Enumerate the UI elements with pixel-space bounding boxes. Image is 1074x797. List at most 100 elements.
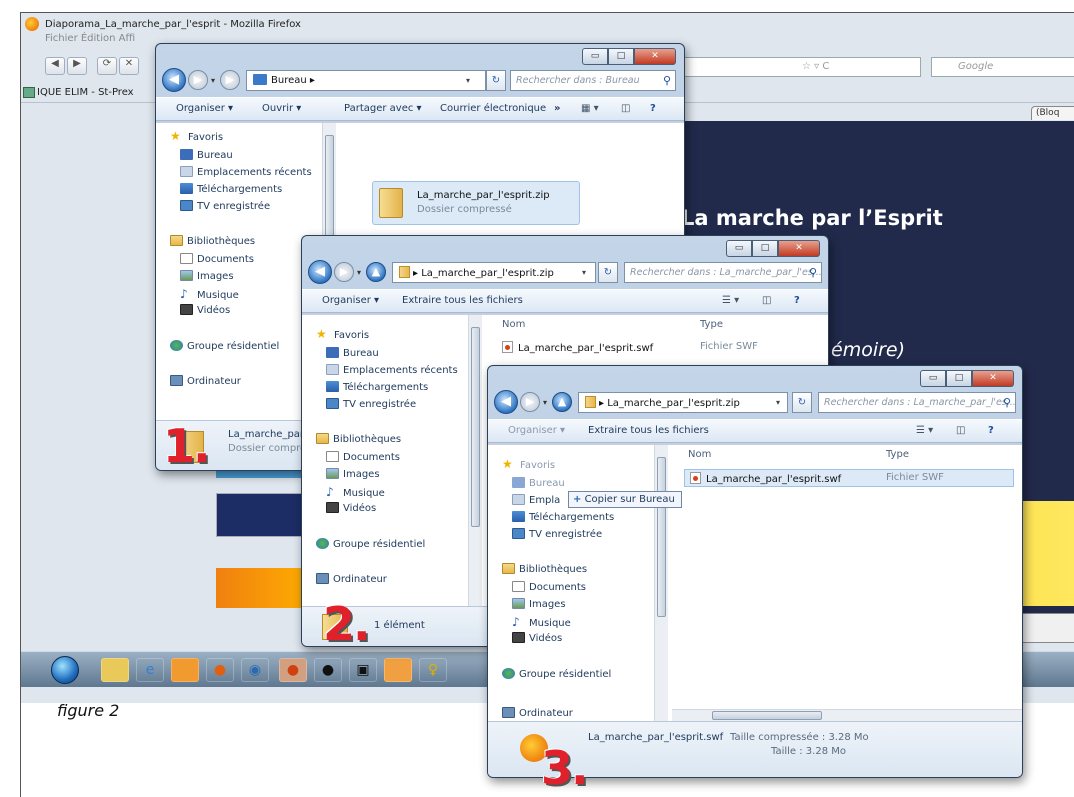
back-icon[interactable]: ◀ bbox=[308, 260, 332, 284]
nav-desktop[interactable]: Bureau bbox=[180, 149, 233, 161]
organize-button[interactable]: Organiser ▾ bbox=[176, 103, 233, 114]
nav-recorded-tv[interactable]: TV enregistrée bbox=[512, 528, 602, 540]
search-input[interactable]: Rechercher dans : Bureau ⚲ bbox=[510, 70, 676, 91]
folder-taskbar-icon[interactable] bbox=[384, 658, 412, 682]
preview-pane-icon[interactable]: ◫ bbox=[621, 103, 630, 114]
nav-downloads[interactable]: Téléchargements bbox=[180, 183, 282, 195]
nav-libraries[interactable]: Bibliothèques bbox=[170, 235, 255, 247]
extract-all-button[interactable]: Extraire tous les fichiers bbox=[588, 425, 709, 436]
preview-pane-icon[interactable]: ◫ bbox=[762, 295, 771, 306]
address-dropdown-icon[interactable]: ▾ bbox=[776, 398, 780, 407]
nav-music[interactable]: ♪ Musique bbox=[512, 615, 571, 629]
close-button[interactable]: ✕ bbox=[972, 370, 1014, 387]
extract-all-button[interactable]: Extraire tous les fichiers bbox=[402, 295, 523, 306]
nav-desktop[interactable]: Bureau bbox=[326, 347, 379, 359]
back-icon[interactable]: ◀ bbox=[494, 390, 518, 414]
nav-homegroup[interactable]: Groupe résidentiel bbox=[502, 668, 611, 680]
view-options-icon[interactable]: ☰ ▾ bbox=[916, 425, 933, 436]
media-icon[interactable] bbox=[171, 658, 199, 682]
start-button[interactable] bbox=[51, 656, 79, 684]
nav-documents[interactable]: Documents bbox=[512, 581, 586, 593]
nav-computer[interactable]: Ordinateur bbox=[316, 573, 387, 585]
nav-desktop[interactable]: Bureau bbox=[512, 477, 565, 489]
file-row-swf[interactable]: La_marche_par_l'esprit.swf bbox=[690, 472, 841, 485]
nav-recorded-tv[interactable]: TV enregistrée bbox=[326, 398, 416, 410]
nav-documents[interactable]: Documents bbox=[180, 253, 254, 265]
nav-images[interactable]: Images bbox=[180, 270, 234, 282]
up-icon[interactable]: ▶ bbox=[220, 70, 240, 90]
firefox-search-input[interactable]: Google bbox=[931, 57, 1074, 77]
nav-recent[interactable]: Empla bbox=[512, 494, 560, 506]
stop-icon[interactable]: ✕ bbox=[119, 57, 139, 75]
view-options-icon[interactable]: ☰ ▾ bbox=[722, 295, 739, 306]
up-icon[interactable]: ▲ bbox=[366, 262, 386, 282]
back-icon[interactable]: ◀ bbox=[162, 68, 186, 92]
refresh-icon[interactable]: ↻ bbox=[486, 70, 506, 91]
forward-icon[interactable]: ▶ bbox=[334, 262, 354, 282]
help-icon[interactable]: ? bbox=[794, 295, 800, 306]
bookmark-item[interactable]: IQUE ELIM - St-Prex bbox=[37, 87, 134, 98]
firefox-taskbar-icon[interactable]: ● bbox=[206, 658, 234, 682]
search-input[interactable]: Rechercher dans : La_marche_par_l'es... … bbox=[624, 262, 822, 283]
itunes-icon[interactable]: ● bbox=[314, 658, 342, 682]
help-icon[interactable]: ? bbox=[988, 425, 994, 436]
address-bar[interactable]: ▸ La_marche_par_l'esprit.zip bbox=[578, 392, 788, 413]
nav-homegroup[interactable]: Groupe résidentiel bbox=[316, 538, 425, 550]
refresh-icon[interactable]: ↻ bbox=[792, 392, 812, 413]
email-button[interactable]: Courrier électronique bbox=[440, 103, 546, 114]
minimize-button[interactable]: ▭ bbox=[726, 240, 752, 257]
nav-videos[interactable]: Vidéos bbox=[326, 502, 376, 514]
nav-videos[interactable]: Vidéos bbox=[512, 632, 562, 644]
camera-icon[interactable]: ▣ bbox=[349, 658, 377, 682]
forward-icon[interactable]: ▶ bbox=[520, 392, 540, 412]
bulb-icon[interactable]: ♀ bbox=[419, 658, 447, 682]
column-header-type[interactable]: Type bbox=[700, 319, 723, 330]
nav-recorded-tv[interactable]: TV enregistrée bbox=[180, 200, 270, 212]
back-icon[interactable]: ◀ bbox=[45, 57, 65, 75]
nav-images[interactable]: Images bbox=[512, 598, 566, 610]
nav-recent[interactable]: Emplacements récents bbox=[326, 364, 458, 376]
nav-scrollbar[interactable] bbox=[468, 315, 482, 606]
nav-documents[interactable]: Documents bbox=[326, 451, 400, 463]
open-button[interactable]: Ouvrir ▾ bbox=[262, 103, 301, 114]
close-button[interactable]: ✕ bbox=[778, 240, 820, 257]
address-bar[interactable]: ▸ La_marche_par_l'esprit.zip bbox=[392, 262, 596, 283]
address-bar[interactable]: Bureau ▸ bbox=[246, 70, 486, 91]
organize-button[interactable]: Organiser ▾ bbox=[322, 295, 379, 306]
horizontal-scrollbar[interactable] bbox=[672, 709, 1022, 721]
help-icon[interactable]: ? bbox=[650, 103, 656, 114]
history-dropdown-icon[interactable]: ▾ bbox=[543, 398, 547, 407]
app-icon[interactable]: ◉ bbox=[241, 658, 269, 682]
firefox-menubar[interactable]: Fichier Édition Affi bbox=[45, 33, 135, 44]
column-header-type[interactable]: Type bbox=[886, 449, 909, 460]
view-options-icon[interactable]: ▦ ▾ bbox=[581, 103, 599, 114]
up-icon[interactable]: ▲ bbox=[552, 392, 572, 412]
address-dropdown-icon[interactable]: ▾ bbox=[466, 76, 470, 85]
nav-downloads[interactable]: Téléchargements bbox=[512, 511, 614, 523]
nav-images[interactable]: Images bbox=[326, 468, 380, 480]
nav-videos[interactable]: Vidéos bbox=[180, 304, 230, 316]
reload-icon[interactable]: ⟳ bbox=[97, 57, 117, 75]
history-dropdown-icon[interactable]: ▾ bbox=[211, 76, 215, 85]
file-item-zip[interactable]: La_marche_par_l'esprit.zip Dossier compr… bbox=[372, 181, 580, 225]
maximize-button[interactable]: □ bbox=[946, 370, 972, 387]
column-header-name[interactable]: Nom bbox=[502, 319, 525, 330]
more-button[interactable]: » bbox=[554, 103, 560, 114]
nav-music[interactable]: ♪ Musique bbox=[180, 287, 239, 301]
url-bar[interactable]: ☆ ▿ C bbox=[681, 57, 921, 77]
h-scroll-thumb[interactable] bbox=[712, 711, 822, 720]
firefox-active-icon[interactable]: ● bbox=[279, 658, 307, 682]
forward-icon[interactable]: ▶ bbox=[188, 70, 208, 90]
firefox-tab[interactable]: (Bloq bbox=[1031, 106, 1074, 120]
minimize-button[interactable]: ▭ bbox=[582, 48, 608, 65]
scroll-thumb[interactable] bbox=[657, 457, 666, 617]
share-button[interactable]: Partager avec ▾ bbox=[344, 103, 422, 114]
scroll-thumb[interactable] bbox=[471, 327, 480, 527]
nav-computer[interactable]: Ordinateur bbox=[502, 707, 573, 719]
refresh-icon[interactable]: ↻ bbox=[598, 262, 618, 283]
explorer-icon[interactable] bbox=[101, 658, 129, 682]
nav-favorites[interactable]: ★ Favoris bbox=[502, 458, 555, 471]
column-header-name[interactable]: Nom bbox=[688, 449, 711, 460]
address-dropdown-icon[interactable]: ▾ bbox=[582, 268, 586, 277]
nav-scrollbar[interactable] bbox=[654, 445, 668, 721]
